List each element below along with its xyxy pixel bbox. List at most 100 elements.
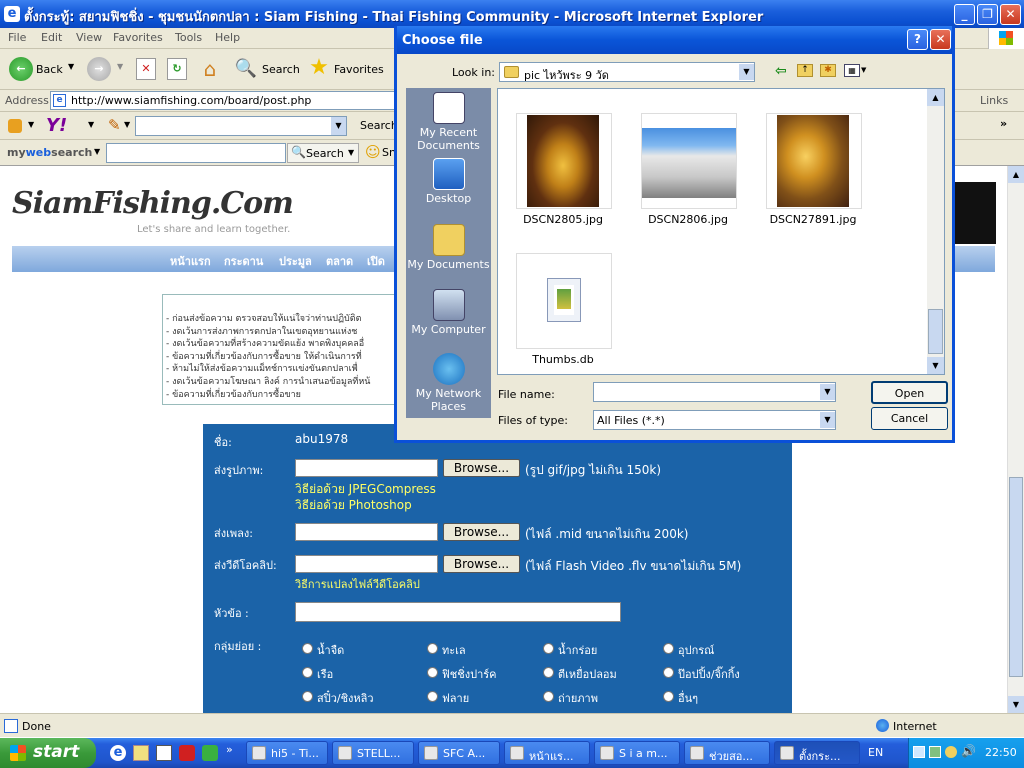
- file-list-scrollbar[interactable]: ▲ ▼: [927, 89, 944, 374]
- group-radio[interactable]: [663, 667, 674, 678]
- home-icon[interactable]: ⌂: [198, 57, 222, 81]
- music-file-input[interactable]: [295, 523, 438, 541]
- place-my-computer[interactable]: My Computer: [406, 289, 491, 336]
- minimize-button[interactable]: _: [954, 4, 975, 25]
- file-scroll-up-arrow-icon[interactable]: ▲: [927, 89, 944, 106]
- forward-arrow-icon[interactable]: →: [87, 57, 111, 81]
- links-label[interactable]: Links: [980, 94, 1008, 107]
- nav-home[interactable]: หน้าแรก: [170, 252, 211, 270]
- video-browse-button[interactable]: Browse...: [443, 555, 520, 573]
- nav-board[interactable]: กระดาน: [224, 252, 263, 270]
- search-icon[interactable]: 🔍: [234, 57, 258, 81]
- task-button[interactable]: hi5 - Ti...: [246, 741, 328, 765]
- group-radio[interactable]: [543, 643, 554, 654]
- address-input[interactable]: e http://www.siamfishing.com/board/post.…: [50, 91, 395, 110]
- task-button-active[interactable]: ตั้งกระ...: [774, 741, 860, 765]
- scroll-down-arrow-icon[interactable]: ▼: [1008, 696, 1024, 713]
- mywebsearch-dropdown-icon[interactable]: ▼: [94, 147, 100, 156]
- quicklaunch-icon[interactable]: [156, 745, 172, 761]
- volume-icon[interactable]: 🔊: [961, 744, 976, 758]
- menu-edit[interactable]: Edit: [41, 31, 62, 44]
- file-name-input[interactable]: ▼: [593, 382, 836, 402]
- yahoo-search-input[interactable]: [135, 116, 347, 136]
- yahoo-menu-icon[interactable]: [8, 119, 22, 133]
- quicklaunch-icon[interactable]: [133, 745, 149, 761]
- nav-open[interactable]: เปิด: [367, 252, 385, 270]
- tray-icon[interactable]: [913, 746, 925, 758]
- back-dropdown-icon[interactable]: ▼: [68, 62, 74, 71]
- yahoo-logo-dropdown-icon[interactable]: ▼: [88, 120, 94, 129]
- quicklaunch-icon[interactable]: [202, 745, 218, 761]
- scroll-thumb[interactable]: [1009, 477, 1023, 677]
- start-button[interactable]: start: [0, 738, 96, 768]
- subject-input[interactable]: [295, 602, 621, 622]
- file-item[interactable]: [516, 253, 612, 349]
- file-item[interactable]: [516, 113, 612, 209]
- mywebsearch-search-button[interactable]: 🔍 Search ▼: [287, 143, 359, 163]
- dialog-title-bar[interactable]: Choose file ? ✕: [397, 26, 952, 54]
- place-recent-documents[interactable]: My Recent Documents: [406, 92, 491, 152]
- open-button[interactable]: Open: [871, 381, 948, 404]
- favorites-button[interactable]: Favorites: [334, 63, 384, 76]
- restore-button[interactable]: ❐: [977, 4, 998, 25]
- stop-icon[interactable]: ✕: [136, 58, 156, 80]
- yahoo-search-button[interactable]: Search: [360, 119, 398, 132]
- files-of-type-select[interactable]: All Files (*.*) ▼: [593, 410, 836, 430]
- menu-help[interactable]: Help: [215, 31, 240, 44]
- file-name-dropdown-icon[interactable]: ▼: [820, 384, 835, 400]
- mywebsearch-input[interactable]: [106, 143, 286, 163]
- task-button[interactable]: S i a m...: [594, 741, 680, 765]
- place-my-documents[interactable]: My Documents: [406, 224, 491, 271]
- place-desktop[interactable]: Desktop: [406, 158, 491, 205]
- back-arrow-icon[interactable]: ←: [9, 57, 33, 81]
- quicklaunch-expand-icon[interactable]: »: [226, 743, 233, 756]
- close-window-button[interactable]: ✕: [1000, 4, 1021, 25]
- back-button[interactable]: Back: [36, 63, 63, 76]
- group-radio[interactable]: [302, 691, 313, 702]
- group-radio[interactable]: [427, 667, 438, 678]
- menu-tools[interactable]: Tools: [175, 31, 202, 44]
- yahoo-menu-dropdown-icon[interactable]: ▼: [28, 120, 34, 129]
- music-browse-button[interactable]: Browse...: [443, 523, 520, 541]
- video-convert-link[interactable]: วิธีการแปลงไฟล์วีดีโอคลิป: [295, 575, 420, 593]
- menu-favorites[interactable]: Favorites: [113, 31, 163, 44]
- up-folder-icon[interactable]: ↑: [797, 64, 813, 77]
- files-of-type-dropdown-icon[interactable]: ▼: [820, 412, 835, 428]
- language-indicator[interactable]: EN: [868, 746, 883, 759]
- group-radio[interactable]: [543, 691, 554, 702]
- tray-icon[interactable]: [929, 746, 941, 758]
- yahoo-search-dropdown-icon[interactable]: ▼: [331, 117, 346, 135]
- file-scroll-down-arrow-icon[interactable]: ▼: [927, 357, 944, 374]
- page-scrollbar[interactable]: ▲ ▼: [1007, 166, 1024, 713]
- place-my-network-places[interactable]: My Network Places: [406, 353, 491, 413]
- task-button[interactable]: STELL...: [332, 741, 414, 765]
- dialog-close-button[interactable]: ✕: [930, 29, 951, 50]
- forward-dropdown-icon[interactable]: ▼: [117, 62, 123, 71]
- group-radio[interactable]: [427, 691, 438, 702]
- task-button[interactable]: หน้าแร...: [504, 741, 590, 765]
- yahoo-logo-icon[interactable]: Y!: [46, 115, 67, 136]
- group-radio[interactable]: [663, 691, 674, 702]
- look-in-dropdown-icon[interactable]: ▼: [739, 64, 754, 80]
- menu-view[interactable]: View: [76, 31, 102, 44]
- file-item[interactable]: [766, 113, 862, 209]
- group-radio[interactable]: [543, 667, 554, 678]
- group-radio[interactable]: [663, 643, 674, 654]
- nav-auction[interactable]: ประมูล: [279, 252, 312, 270]
- task-button[interactable]: SFC A...: [418, 741, 500, 765]
- dialog-help-button[interactable]: ?: [907, 29, 928, 50]
- smiley-icon[interactable]: ☺: [365, 143, 381, 161]
- image-browse-button[interactable]: Browse...: [443, 459, 520, 477]
- file-scroll-thumb[interactable]: [928, 309, 943, 354]
- quicklaunch-icon[interactable]: [179, 745, 195, 761]
- site-logo[interactable]: SiamFishing.Com Let's share and learn to…: [12, 184, 294, 244]
- group-radio[interactable]: [302, 643, 313, 654]
- tray-icon[interactable]: [945, 746, 957, 758]
- menu-file[interactable]: File: [8, 31, 26, 44]
- photoshop-link[interactable]: วิธีย่อด้วย Photoshop: [295, 496, 412, 515]
- pencil-dropdown-icon[interactable]: ▼: [124, 120, 130, 129]
- image-file-input[interactable]: [295, 459, 438, 477]
- yahoo-more-chevron-icon[interactable]: »: [1000, 117, 1007, 130]
- task-button[interactable]: ช่วยสอ...: [684, 741, 770, 765]
- nav-market[interactable]: ตลาด: [326, 252, 353, 270]
